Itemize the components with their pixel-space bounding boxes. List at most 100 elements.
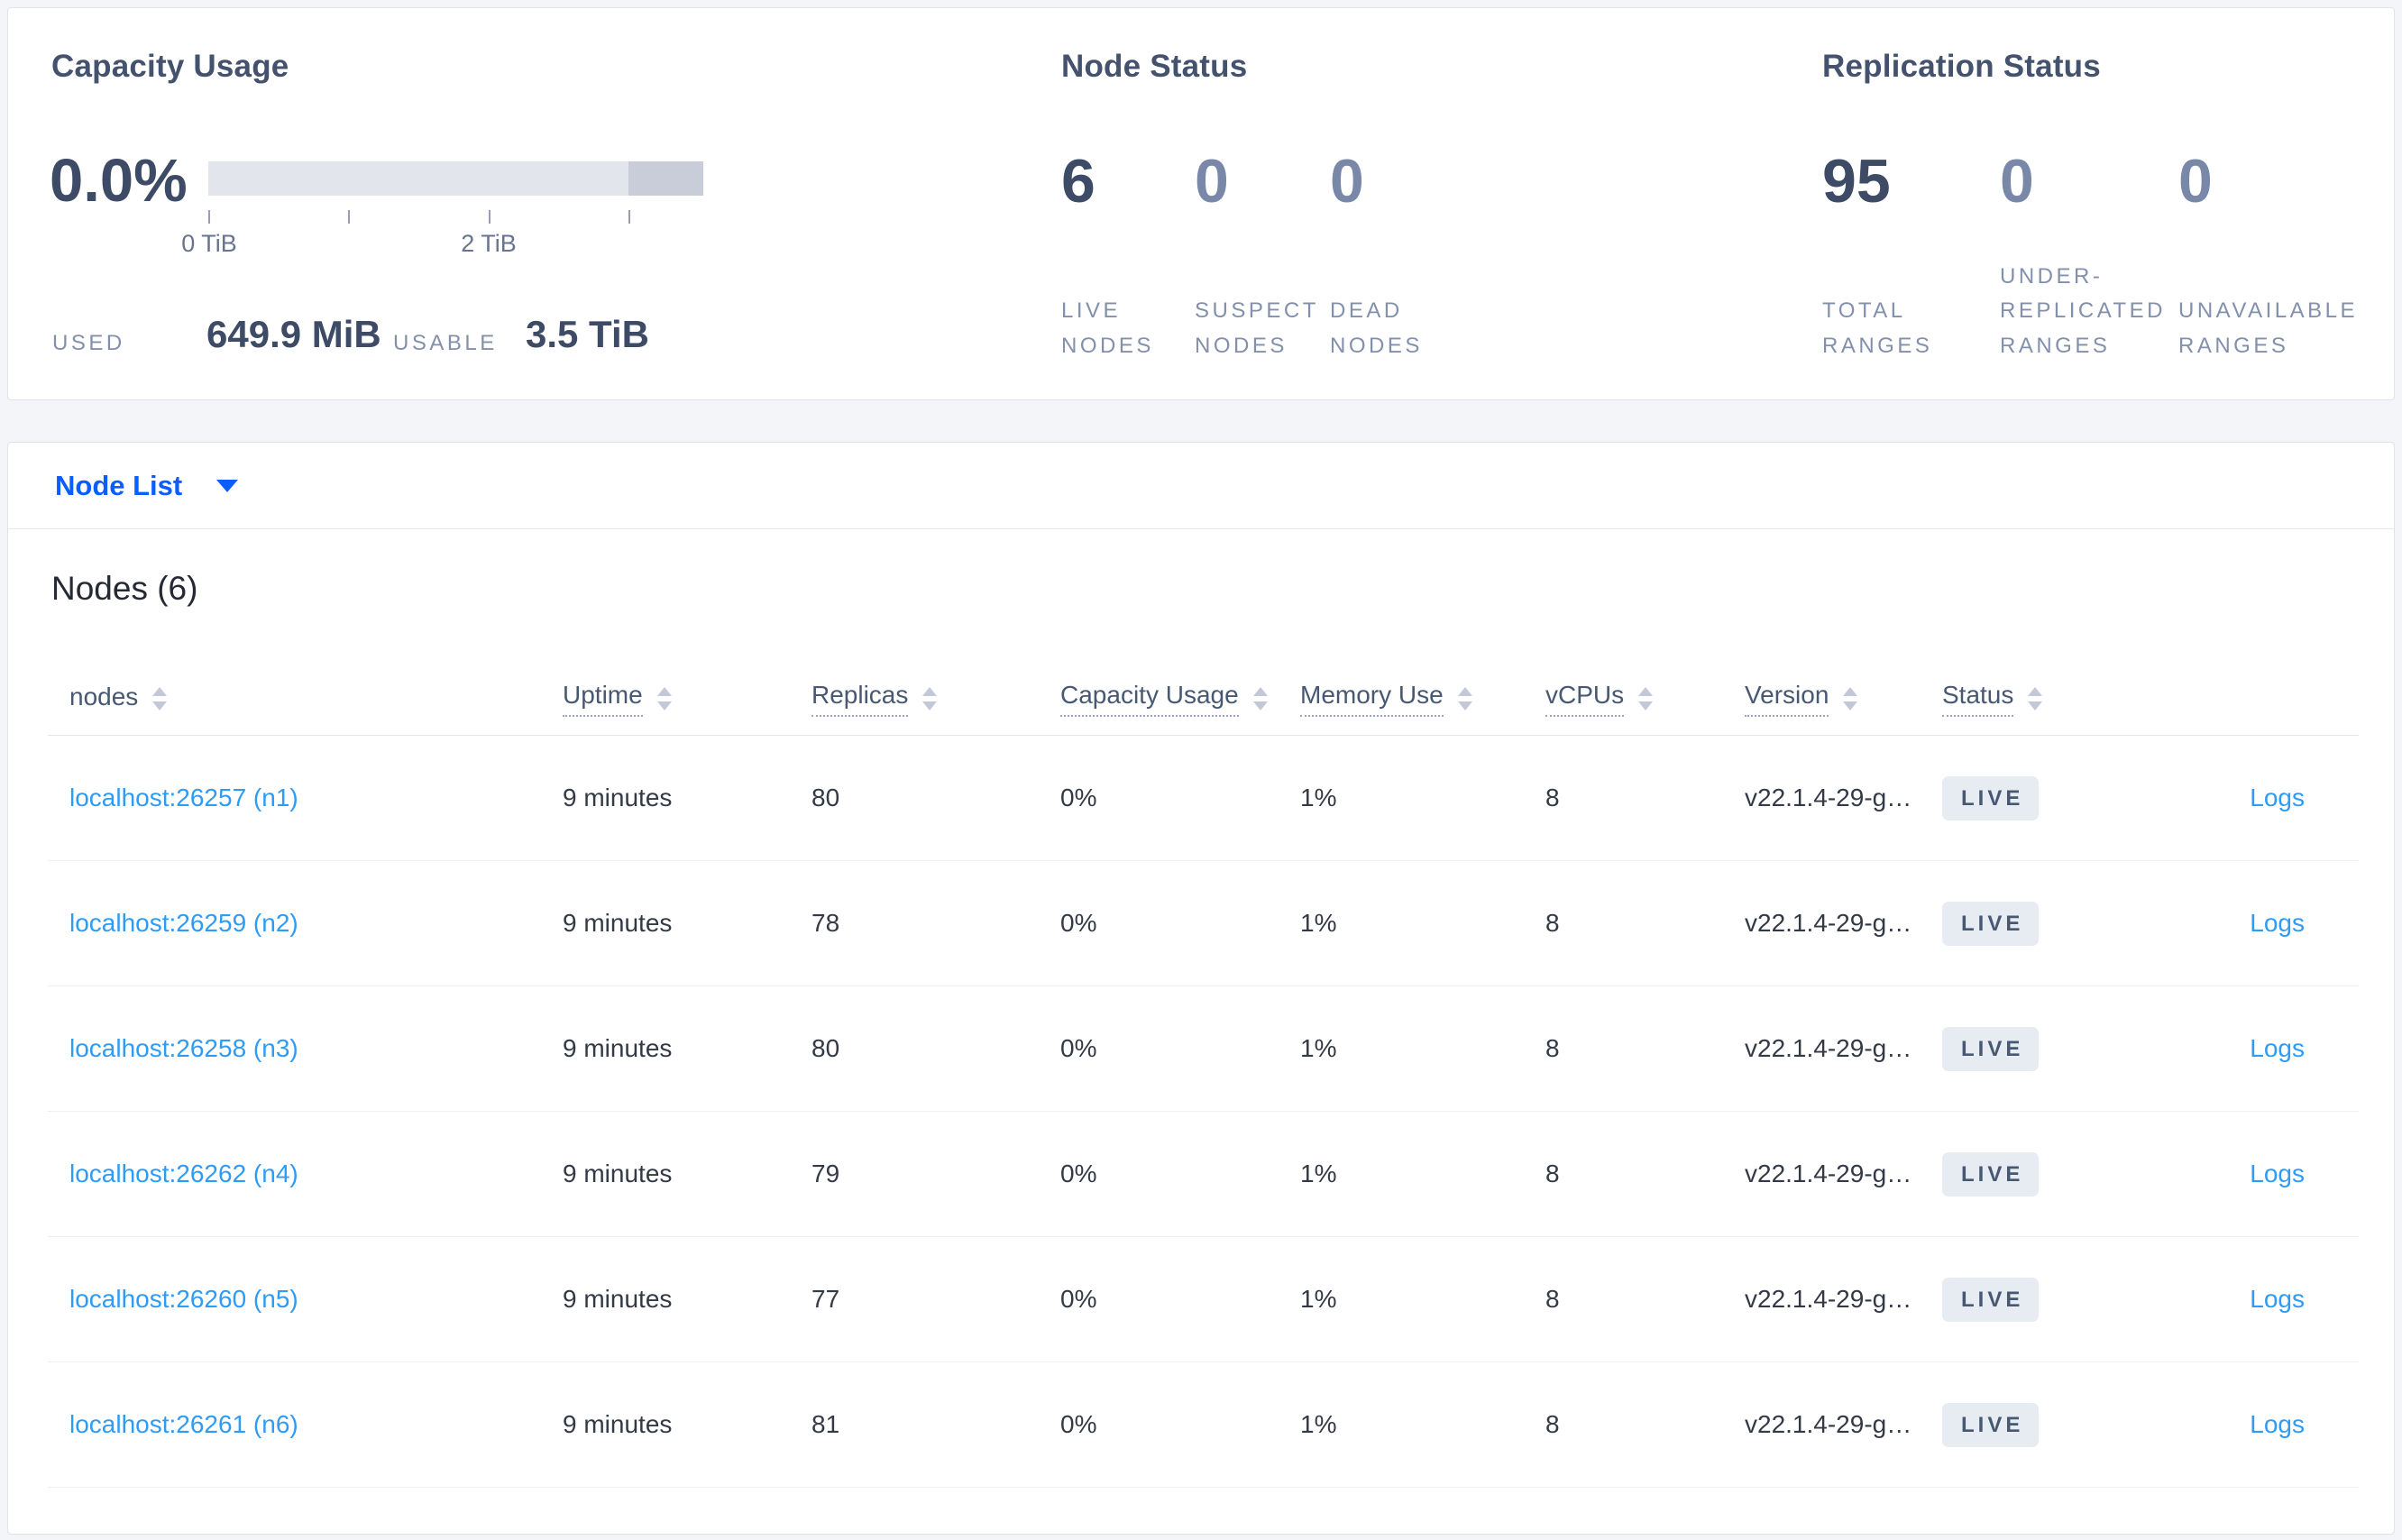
table-row: localhost:26261 (n6) 9 minutes 81 0% 1% … xyxy=(48,1362,2359,1488)
nodes-table-container: Nodes (6) nodes Uptime Replicas Capacity… xyxy=(8,569,2394,1488)
capacity-stats: USED 649.9 MiB USABLE 3.5 TiB xyxy=(48,306,859,358)
status-badge: LIVE xyxy=(1942,775,2040,820)
capacity-cell: 0% xyxy=(1060,1160,1097,1187)
cluster-overview-page: Capacity Usage 0.0% 0 TiB 2 TiB USED 649… xyxy=(0,0,2402,1540)
sort-icon xyxy=(1252,687,1268,710)
version-cell: v22.1.4-29-g… xyxy=(1745,1285,1912,1313)
capacity-axis-label: 0 TiB xyxy=(181,230,237,257)
stat-value: 95 xyxy=(1822,147,1891,215)
memory-cell: 1% xyxy=(1300,1034,1337,1062)
used-label: USED xyxy=(52,331,125,355)
logs-link[interactable]: Logs xyxy=(2250,1285,2305,1313)
uptime-cell: 9 minutes xyxy=(563,1160,673,1187)
column-header-replicas[interactable]: Replicas xyxy=(811,681,1060,717)
stat-label: LIVE NODES xyxy=(1061,298,1154,358)
status-badge: LIVE xyxy=(1942,1277,2040,1322)
capacity-usage-title: Capacity Usage xyxy=(51,49,289,84)
node-status-title: Node Status xyxy=(1061,49,1248,84)
table-row: localhost:26258 (n3) 9 minutes 80 0% 1% … xyxy=(48,986,2359,1112)
logs-link[interactable]: Logs xyxy=(2250,1410,2305,1438)
stat-value: 0 xyxy=(2178,147,2213,215)
capacity-axis-tick xyxy=(489,210,490,224)
capacity-axis-label: 2 TiB xyxy=(461,230,517,257)
vcpus-cell: 8 xyxy=(1545,1410,1560,1438)
uptime-cell: 9 minutes xyxy=(563,1410,673,1438)
stat-total-ranges: 95 TOTAL RANGES xyxy=(1822,151,1967,363)
table-row: localhost:26262 (n4) 9 minutes 79 0% 1% … xyxy=(48,1112,2359,1237)
stat-under-replicated-ranges: 0 UNDER-REPLICATED RANGES xyxy=(2000,151,2173,363)
node-link[interactable]: localhost:26260 (n5) xyxy=(69,1285,298,1313)
capacity-cell: 0% xyxy=(1060,1034,1097,1062)
status-badge: LIVE xyxy=(1942,1402,2040,1447)
replicas-cell: 77 xyxy=(811,1285,840,1313)
uptime-cell: 9 minutes xyxy=(563,784,673,811)
capacity-axis-tick xyxy=(628,210,630,224)
capacity-axis-tick xyxy=(208,210,210,224)
sort-icon xyxy=(1457,687,1472,710)
stat-live-nodes: 6 LIVE NODES xyxy=(1061,151,1187,363)
chevron-down-icon xyxy=(216,479,239,492)
used-value: 649.9 MiB xyxy=(206,313,381,355)
node-link[interactable]: localhost:26262 (n4) xyxy=(69,1160,298,1187)
version-cell: v22.1.4-29-g… xyxy=(1745,784,1912,811)
vcpus-cell: 8 xyxy=(1545,909,1560,937)
node-link[interactable]: localhost:26259 (n2) xyxy=(69,909,298,937)
stat-value: 6 xyxy=(1061,147,1096,215)
table-header-row: nodes Uptime Replicas Capacity Usage Mem… xyxy=(48,663,2359,736)
capacity-usage-bar xyxy=(208,161,703,196)
node-link[interactable]: localhost:26257 (n1) xyxy=(69,784,298,811)
capacity-axis-tick xyxy=(348,210,350,224)
version-cell: v22.1.4-29-g… xyxy=(1745,1034,1912,1062)
sort-icon xyxy=(2028,687,2043,710)
replicas-cell: 79 xyxy=(811,1160,840,1187)
vcpus-cell: 8 xyxy=(1545,784,1560,811)
sort-icon xyxy=(1843,687,1858,710)
node-link[interactable]: localhost:26261 (n6) xyxy=(69,1410,298,1438)
summary-card: Capacity Usage 0.0% 0 TiB 2 TiB USED 649… xyxy=(7,7,2395,400)
node-link[interactable]: localhost:26258 (n3) xyxy=(69,1034,298,1062)
column-header-memory-use[interactable]: Memory Use xyxy=(1300,681,1545,717)
nodes-title: Nodes (6) xyxy=(51,570,198,607)
status-badge: LIVE xyxy=(1942,1151,2040,1196)
table-row: localhost:26259 (n2) 9 minutes 78 0% 1% … xyxy=(48,861,2359,986)
capacity-axis-labels: 0 TiB 2 TiB xyxy=(181,230,703,261)
node-list-dropdown-label: Node List xyxy=(55,469,183,501)
stat-label: DEAD NODES xyxy=(1330,298,1423,358)
stat-label: SUSPECT NODES xyxy=(1195,298,1319,358)
version-cell: v22.1.4-29-g… xyxy=(1745,1410,1912,1438)
usable-label: USABLE xyxy=(393,331,498,355)
memory-cell: 1% xyxy=(1300,1410,1337,1438)
node-list-dropdown[interactable]: Node List xyxy=(55,469,239,502)
column-header-version[interactable]: Version xyxy=(1745,681,1942,717)
stat-value: 0 xyxy=(1330,147,1364,215)
capacity-cell: 0% xyxy=(1060,909,1097,937)
replicas-cell: 81 xyxy=(811,1410,840,1438)
stat-unavailable-ranges: 0 UNAVAILABLE RANGES xyxy=(2178,151,2371,363)
stat-label: TOTAL RANGES xyxy=(1822,298,1933,358)
logs-link[interactable]: Logs xyxy=(2250,784,2305,811)
column-header-vcpus[interactable]: vCPUs xyxy=(1545,681,1745,717)
version-cell: v22.1.4-29-g… xyxy=(1745,909,1912,937)
uptime-cell: 9 minutes xyxy=(563,1285,673,1313)
column-header-uptime[interactable]: Uptime xyxy=(563,681,811,717)
view-selector-strip: Node List xyxy=(8,443,2394,529)
logs-link[interactable]: Logs xyxy=(2250,909,2305,937)
vcpus-cell: 8 xyxy=(1545,1034,1560,1062)
memory-cell: 1% xyxy=(1300,1160,1337,1187)
status-badge: LIVE xyxy=(1942,901,2040,946)
capacity-bar-extra-segment xyxy=(628,161,703,196)
sort-icon xyxy=(922,687,938,710)
column-header-capacity-usage[interactable]: Capacity Usage xyxy=(1060,681,1300,717)
capacity-usage-panel: Capacity Usage 0.0% 0 TiB 2 TiB USED 649… xyxy=(48,8,1004,399)
vcpus-cell: 8 xyxy=(1545,1160,1560,1187)
stat-label: UNDER-REPLICATED RANGES xyxy=(2000,263,2166,358)
table-row: localhost:26257 (n1) 9 minutes 80 0% 1% … xyxy=(48,736,2359,861)
column-header-status[interactable]: Status xyxy=(1942,681,2150,717)
sort-icon xyxy=(1638,687,1654,710)
capacity-percent-value: 0.0% xyxy=(50,147,188,215)
memory-cell: 1% xyxy=(1300,784,1337,811)
replicas-cell: 78 xyxy=(811,909,840,937)
logs-link[interactable]: Logs xyxy=(2250,1034,2305,1062)
column-header-nodes[interactable]: nodes xyxy=(48,683,563,715)
logs-link[interactable]: Logs xyxy=(2250,1160,2305,1187)
